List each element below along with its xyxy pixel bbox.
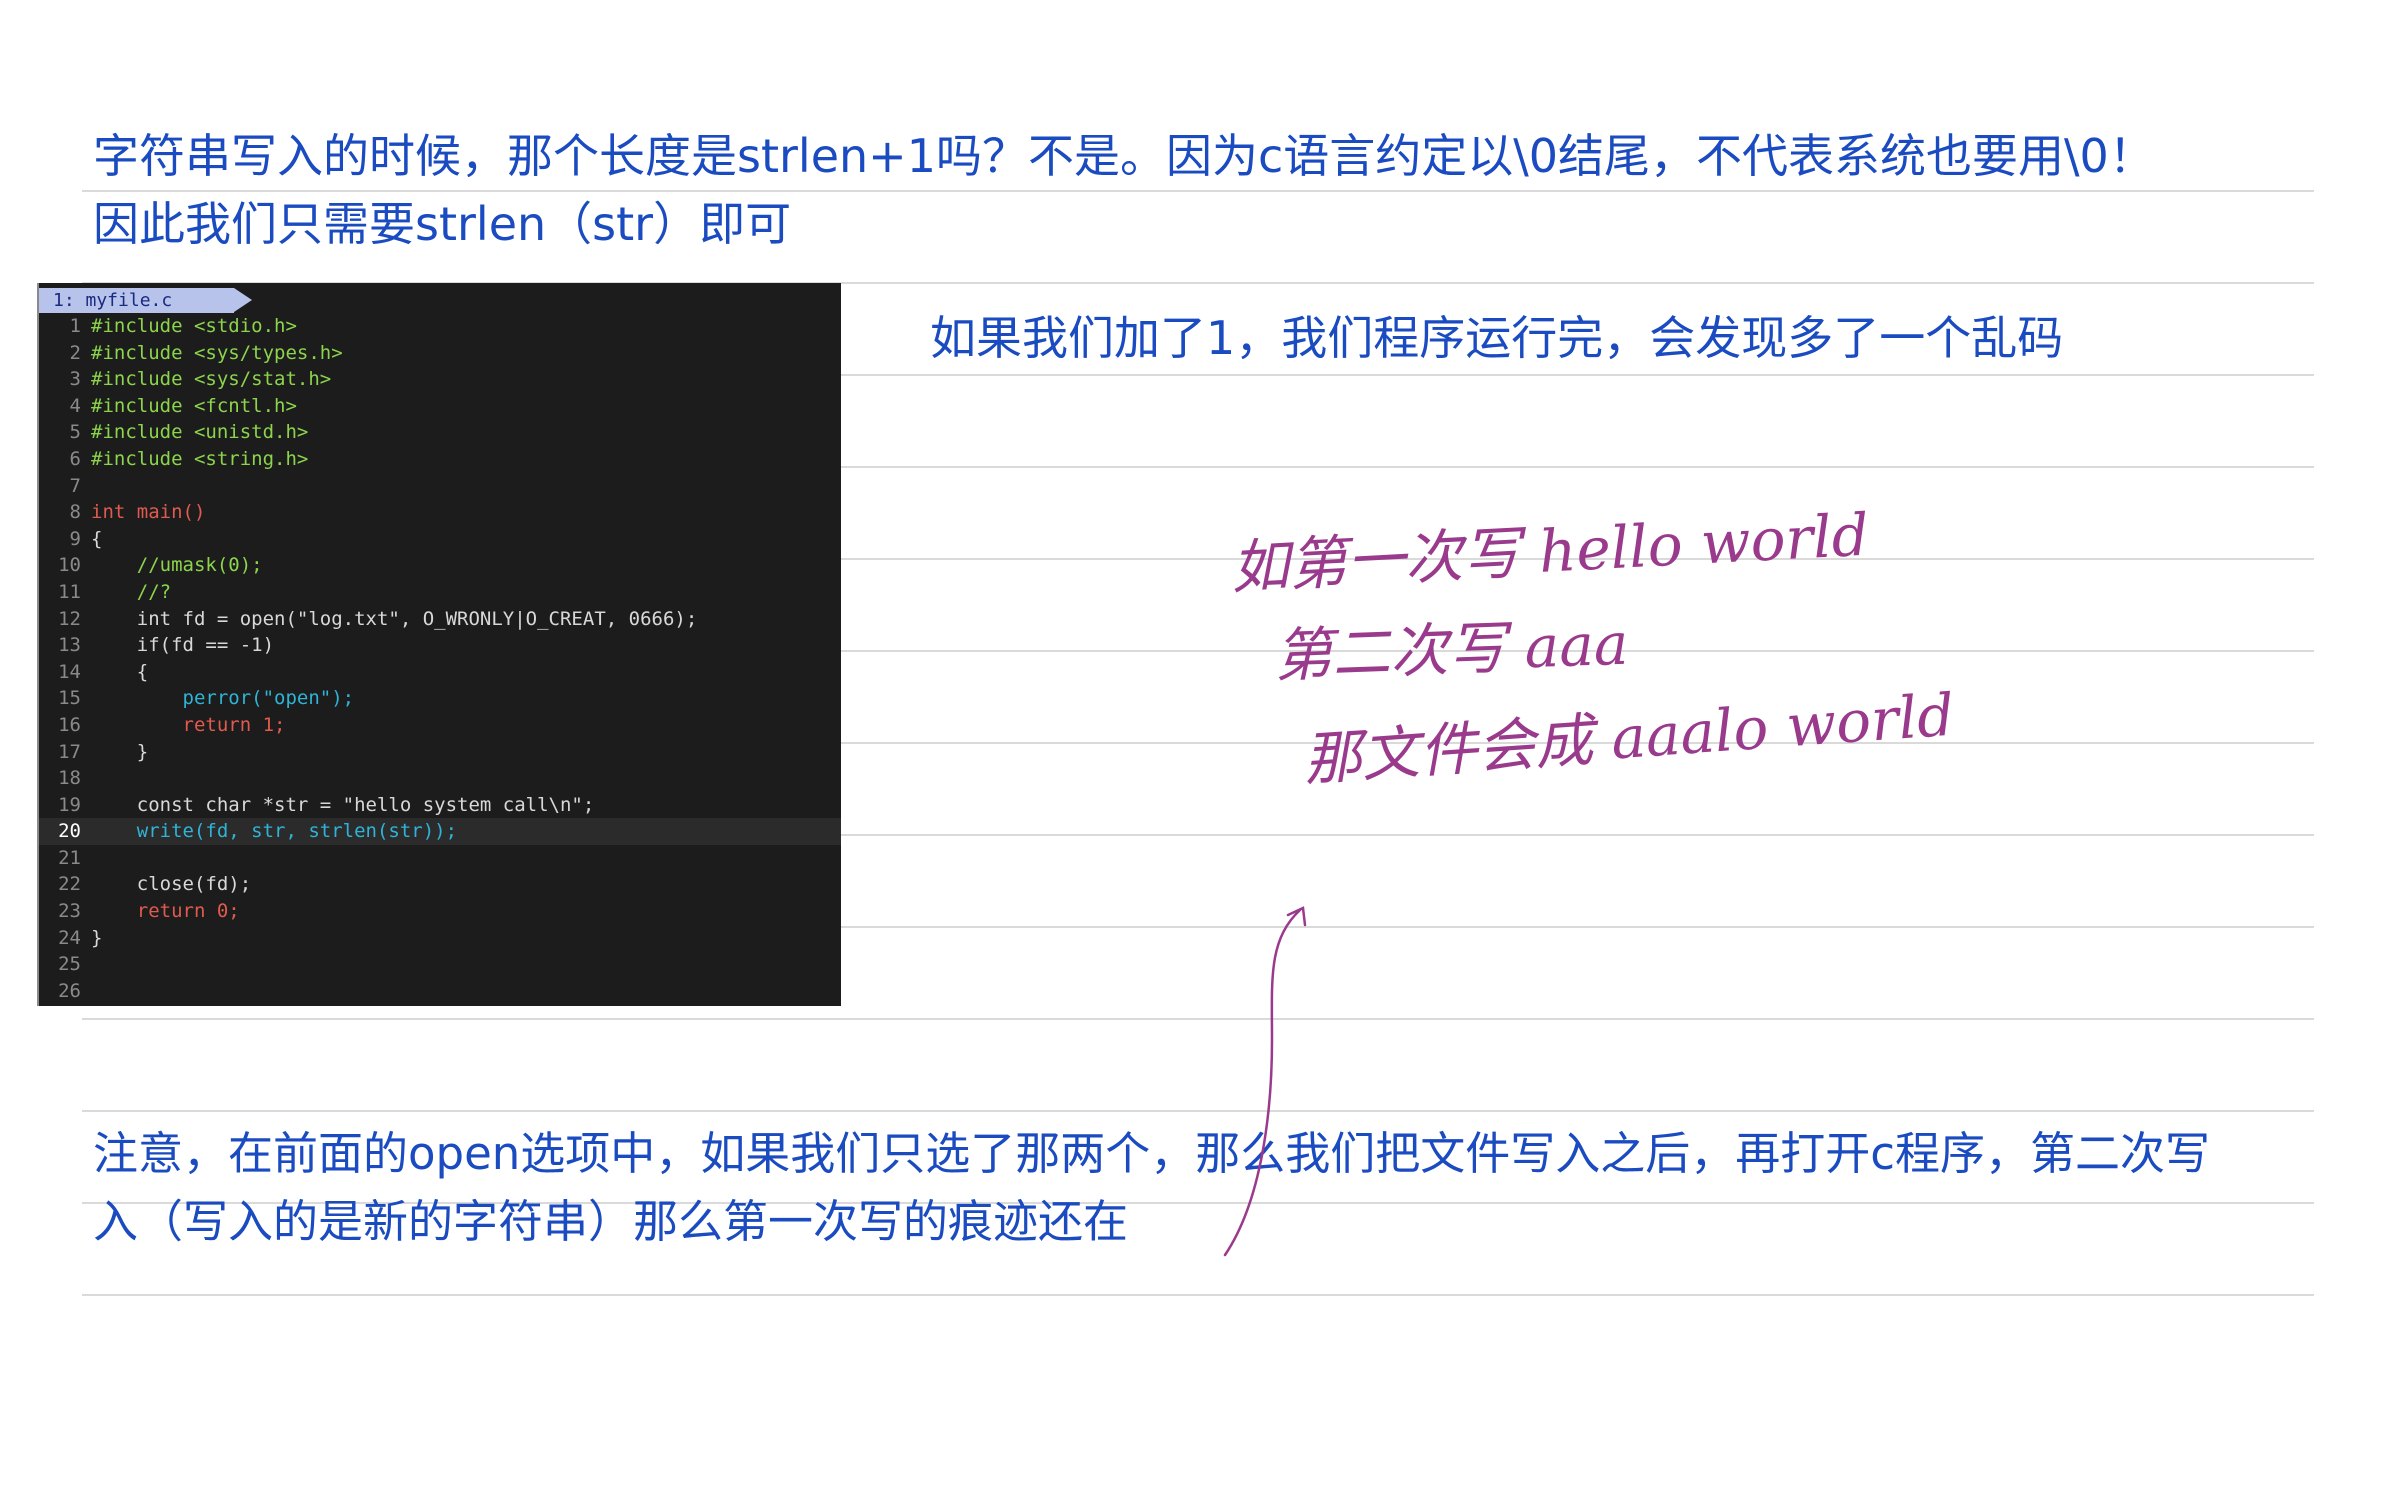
arrow-icon [1223,906,1307,1257]
handwriting-line2: 第二次写 aaa [1273,610,1629,690]
handwriting-line1: 如第一次写 hello world [1229,501,1870,602]
handwriting-line3: 那文件会成 aaalo world [1301,681,1956,794]
handwritten-annotation: 如第一次写 hello world 第二次写 aaa 那文件会成 aaalo w… [1223,501,1956,1257]
